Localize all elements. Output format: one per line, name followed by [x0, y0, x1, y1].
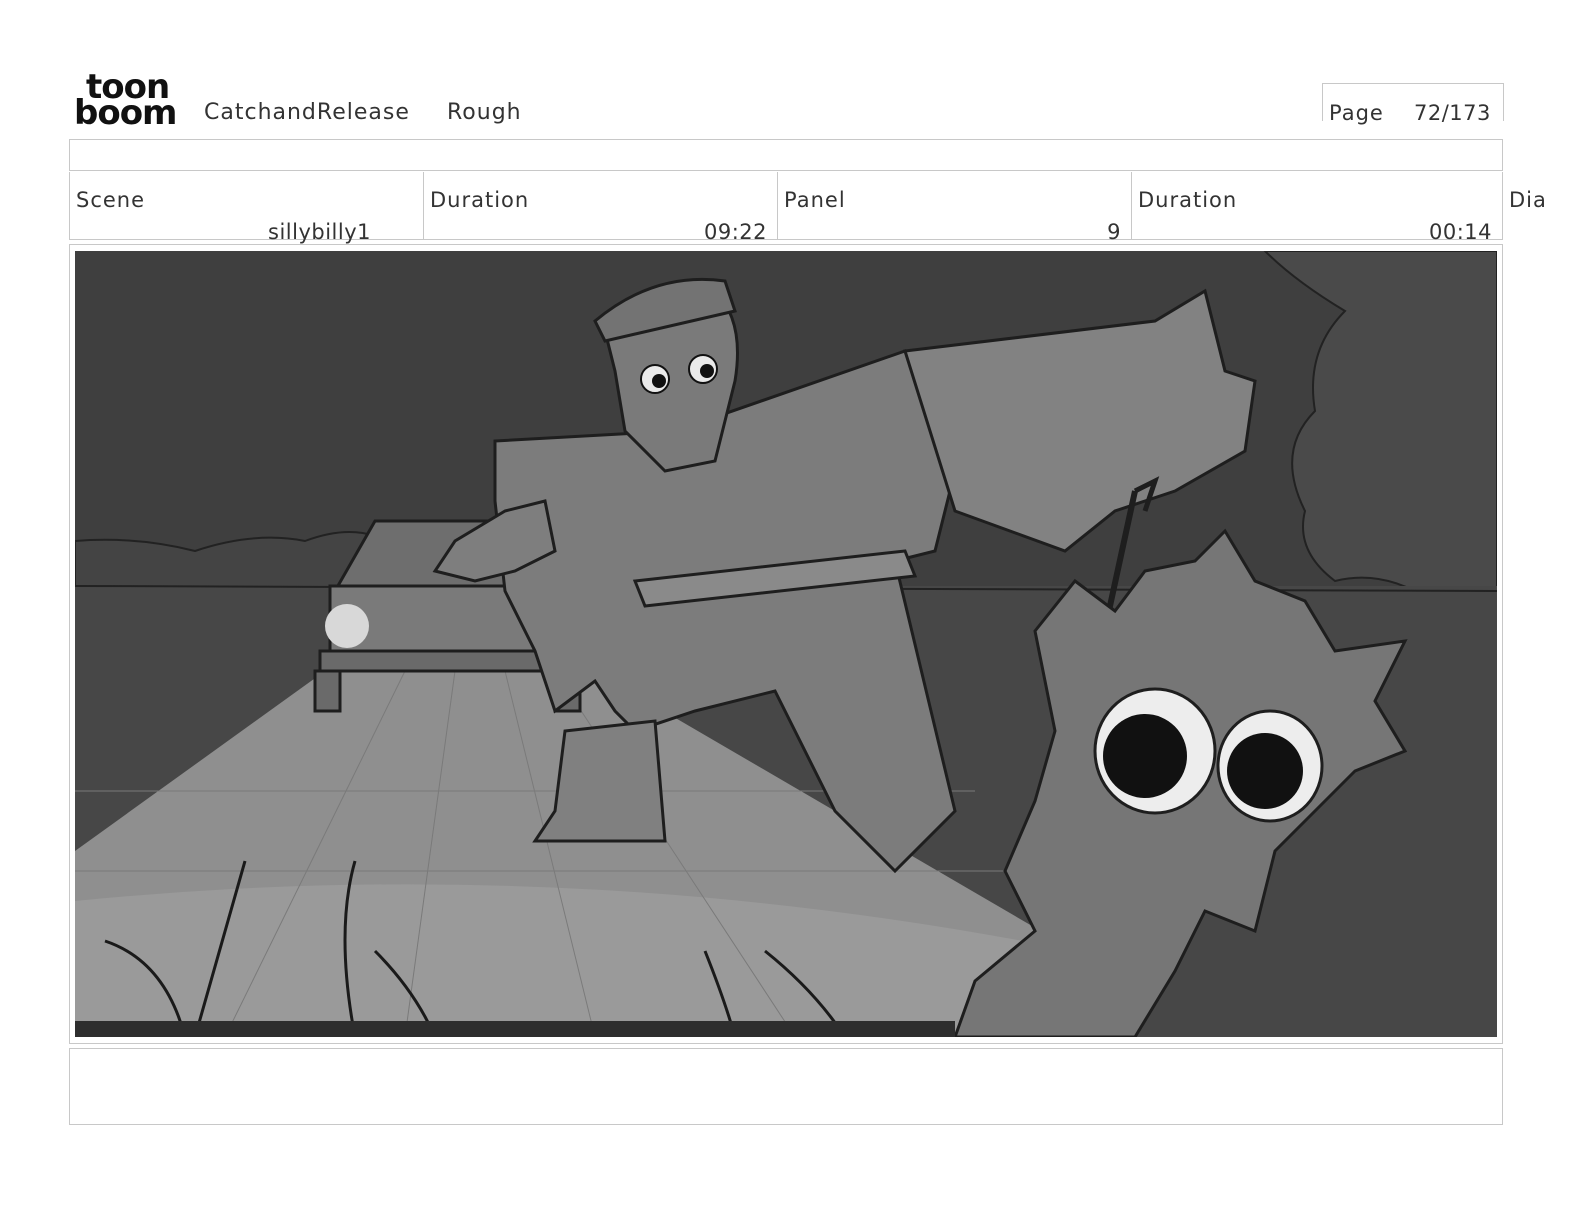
panel-label: Panel [784, 188, 846, 212]
panel-duration-cell: Duration 00:14 [1132, 172, 1502, 244]
scene-value: sillybilly1 [268, 220, 371, 244]
page-label: Page [1329, 101, 1384, 125]
scene-duration-label: Duration [430, 188, 530, 212]
project-name: CatchandRelease [204, 100, 410, 125]
panel-notes-box [69, 1048, 1503, 1125]
logo-text-bottom: boom [74, 93, 177, 133]
dialogue-label: Dia [1509, 188, 1547, 212]
panel-value: 9 [1107, 220, 1121, 244]
panel-drawing [75, 251, 1497, 1037]
header-spacer-row [69, 139, 1503, 171]
storyboard-stage: Rough [447, 100, 522, 125]
page-number: 72/173 [1414, 101, 1491, 125]
scene-duration-cell: Duration 09:22 [424, 172, 778, 244]
panel-duration-value: 00:14 [1428, 220, 1492, 244]
storyboard-panel-image [75, 251, 1497, 1037]
panel-duration-label: Duration [1138, 188, 1238, 212]
panel-cell: Panel 9 [778, 172, 1132, 244]
scene-label: Scene [76, 188, 146, 212]
panel-info-row: Scene sillybilly1 Duration 09:22 Panel 9… [69, 172, 1503, 244]
scene-duration-value: 09:22 [703, 220, 767, 244]
scene-cell: Scene sillybilly1 [70, 172, 424, 244]
toonboom-logo: toon boom [74, 70, 184, 133]
